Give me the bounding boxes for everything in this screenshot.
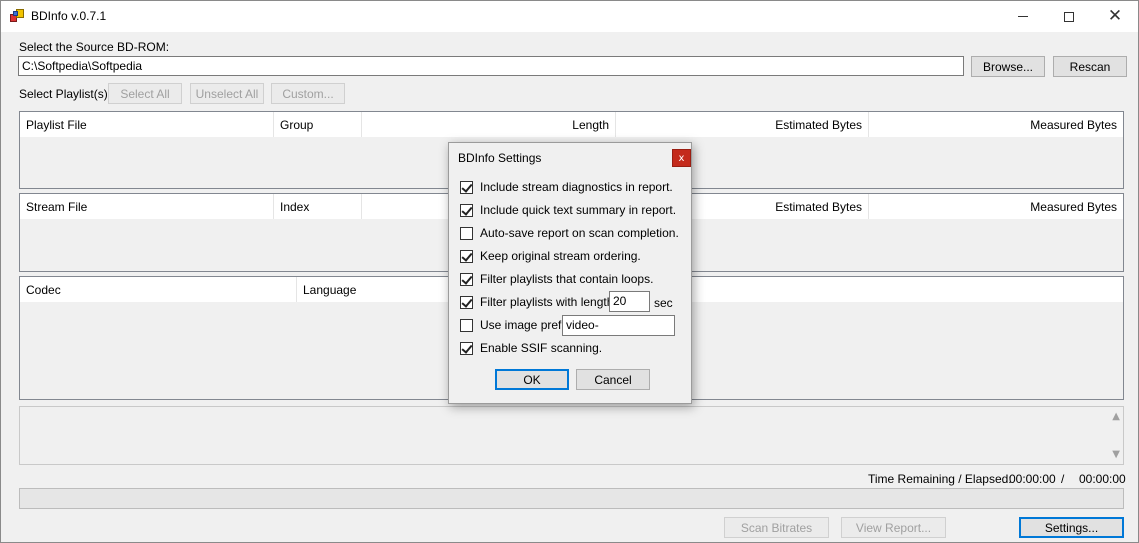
- unselect-all-button[interactable]: Unselect All: [190, 83, 264, 104]
- option-filter-length[interactable]: Filter playlists with length <: [460, 294, 624, 310]
- minimize-button[interactable]: [1000, 1, 1046, 32]
- option-label: Filter playlists that contain loops.: [480, 272, 654, 286]
- select-all-button[interactable]: Select All: [108, 83, 182, 104]
- option-label: Filter playlists with length <: [480, 295, 624, 309]
- option-label: Enable SSIF scanning.: [480, 341, 603, 355]
- report-text-area[interactable]: ▲ ▼: [19, 406, 1124, 465]
- option-filter-loops[interactable]: Filter playlists that contain loops.: [460, 271, 653, 287]
- ok-button[interactable]: OK: [495, 369, 569, 390]
- col-measured-bytes[interactable]: Measured Bytes: [869, 112, 1123, 137]
- maximize-button[interactable]: [1046, 1, 1092, 32]
- col-language[interactable]: Language: [297, 277, 1120, 302]
- title-bar: BDInfo v.0.7.1 ✕: [1, 1, 1138, 32]
- option-image-prefix[interactable]: Use image prefix: [460, 317, 570, 333]
- col-length[interactable]: Length: [362, 112, 616, 137]
- time-elapsed-value: 00:00:00: [1079, 472, 1126, 486]
- close-button[interactable]: ✕: [1092, 1, 1138, 32]
- browse-button[interactable]: Browse...: [971, 56, 1045, 77]
- main-window: BDInfo v.0.7.1 ✕ Select the Source BD-RO…: [0, 0, 1139, 543]
- prefix-input[interactable]: video-: [562, 315, 675, 336]
- minimize-icon: [1018, 16, 1028, 17]
- cancel-button[interactable]: Cancel: [576, 369, 650, 390]
- checkbox-ssif[interactable]: [460, 341, 473, 355]
- checkbox-quick-summary[interactable]: [460, 203, 473, 217]
- checkbox-keep-ordering[interactable]: [460, 249, 473, 263]
- length-unit: sec: [654, 296, 673, 310]
- option-label: Auto-save report on scan completion.: [480, 226, 679, 240]
- checkbox-auto-save[interactable]: [460, 226, 473, 240]
- settings-button[interactable]: Settings...: [1019, 517, 1124, 538]
- col-estimated-bytes[interactable]: Estimated Bytes: [616, 112, 869, 137]
- scan-bitrates-button[interactable]: Scan Bitrates: [724, 517, 829, 538]
- source-label: Select the Source BD-ROM:: [19, 40, 170, 54]
- app-icon: [10, 9, 24, 22]
- rescan-button[interactable]: Rescan: [1053, 56, 1127, 77]
- option-ssif[interactable]: Enable SSIF scanning.: [460, 340, 602, 356]
- scan-progress-bar: [19, 488, 1124, 509]
- select-playlists-label: Select Playlist(s):: [19, 87, 112, 101]
- checkbox-image-prefix[interactable]: [460, 318, 473, 332]
- checkbox-stream-diagnostics[interactable]: [460, 180, 473, 194]
- view-report-button[interactable]: View Report...: [841, 517, 946, 538]
- checkbox-filter-loops[interactable]: [460, 272, 473, 286]
- option-keep-ordering[interactable]: Keep original stream ordering.: [460, 248, 641, 264]
- time-remaining-value: 00:00:00: [1009, 472, 1056, 486]
- col-stream-file[interactable]: Stream File: [20, 194, 274, 219]
- scroll-down-icon[interactable]: ▼: [1112, 449, 1120, 460]
- checkbox-filter-length[interactable]: [460, 295, 473, 309]
- close-icon: ✕: [1107, 6, 1123, 26]
- dialog-close-button[interactable]: x: [672, 149, 691, 167]
- col-index[interactable]: Index: [274, 194, 362, 219]
- option-label: Use image prefix: [480, 318, 571, 332]
- col-playlist-file[interactable]: Playlist File: [20, 112, 274, 137]
- playlist-list-header: Playlist File Group Length Estimated Byt…: [20, 112, 1123, 137]
- settings-dialog: BDInfo Settings x Include stream diagnos…: [448, 142, 692, 404]
- scroll-up-icon[interactable]: ▲: [1112, 411, 1120, 422]
- maximize-icon: [1064, 11, 1074, 22]
- time-separator: /: [1061, 472, 1065, 486]
- option-stream-diagnostics[interactable]: Include stream diagnostics in report.: [460, 179, 673, 195]
- option-quick-summary[interactable]: Include quick text summary in report.: [460, 202, 676, 218]
- option-label: Include quick text summary in report.: [480, 203, 677, 217]
- dialog-title: BDInfo Settings: [458, 151, 542, 165]
- time-remaining-label: Time Remaining / Elapsed:: [868, 472, 1012, 486]
- option-auto-save[interactable]: Auto-save report on scan completion.: [460, 225, 679, 241]
- option-label: Include stream diagnostics in report.: [480, 180, 673, 194]
- length-input[interactable]: 20: [609, 291, 650, 312]
- custom-button[interactable]: Custom...: [271, 83, 345, 104]
- window-title: BDInfo v.0.7.1: [31, 9, 107, 23]
- col-codec[interactable]: Codec: [20, 277, 297, 302]
- option-label: Keep original stream ordering.: [480, 249, 641, 263]
- col-stream-measured-bytes[interactable]: Measured Bytes: [869, 194, 1123, 219]
- col-group[interactable]: Group: [274, 112, 362, 137]
- source-path-input[interactable]: C:\Softpedia\Softpedia: [18, 56, 964, 76]
